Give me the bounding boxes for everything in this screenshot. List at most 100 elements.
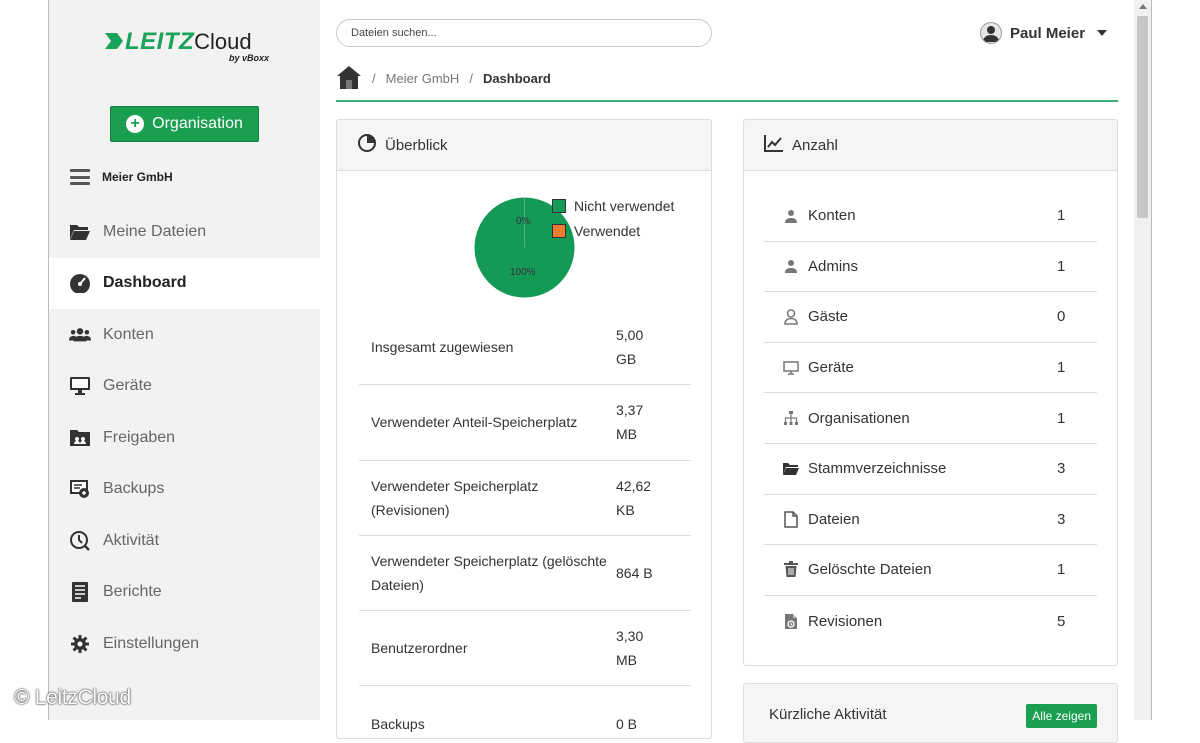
sidebar-item-berichte[interactable]: Berichte [49, 567, 320, 619]
row-value: 5 [1057, 612, 1066, 630]
monitor-icon [69, 375, 91, 397]
org-switcher[interactable]: Meier GmbH [70, 166, 173, 188]
table-row: Verwendeter Speicherplatz (Revisionen) 4… [359, 461, 691, 536]
header-divider [336, 100, 1118, 102]
line-chart-icon [764, 134, 784, 156]
recent-activity-card: Kürzliche Aktivität Alle zeigen [743, 683, 1118, 743]
table-row: Konten 1 [764, 191, 1097, 242]
sidebar-item-label: Freigaben [103, 428, 176, 446]
home-icon[interactable] [336, 64, 362, 93]
leitz-mark-icon [105, 33, 123, 49]
table-row: Gäste 0 [764, 292, 1097, 343]
org-name: Meier GmbH [102, 170, 173, 184]
row-label: Verwendeter Anteil-Speicherplatz [371, 414, 578, 431]
tachometer-icon [69, 272, 91, 294]
overview-header: Überblick [337, 120, 711, 171]
row-label: Admins [808, 257, 859, 275]
table-row: Organisationen 1 [764, 393, 1097, 444]
sidebar-item-freigaben[interactable]: Freigaben [49, 412, 320, 464]
row-value: 1 [1057, 257, 1066, 275]
row-label: Organisationen [808, 409, 910, 427]
table-row: Verwendeter Speicherplatz (gelöschte Dat… [359, 536, 691, 612]
row-value: 3 [1057, 460, 1066, 478]
activity-icon [69, 530, 91, 552]
share-icon [69, 427, 91, 449]
sitemap-icon [780, 410, 802, 426]
row-value: 1 [1057, 359, 1066, 377]
count-header: Anzahl [744, 120, 1117, 171]
file-icon [780, 511, 802, 528]
row-value: 1 [1057, 409, 1066, 427]
row-label: Verwendeter Speicherplatz (Revisionen) [371, 477, 539, 518]
breadcrumb-separator: / [372, 71, 376, 86]
sidebar-item-backups[interactable]: Backups [49, 464, 320, 516]
sidebar-item-meine-dateien[interactable]: Meine Dateien [49, 206, 320, 258]
row-label: Revisionen [808, 612, 883, 630]
file-revision-icon [780, 613, 802, 630]
sidebar-item-dashboard[interactable]: Dashboard [49, 257, 320, 309]
recent-activity-header: Kürzliche Aktivität Alle zeigen [744, 684, 1117, 742]
row-label: Verwendeter Speicherplatz (gelöschte Dat… [371, 553, 607, 594]
logo-product: Cloud [194, 29, 252, 54]
table-row: Insgesamt zugewiesen 5,00 GB [359, 310, 691, 386]
count-table: Konten 1 Admins 1 Gäste 0 Geräte 1 Organ… [764, 191, 1097, 646]
report-icon [69, 581, 91, 603]
breadcrumb-org[interactable]: Meier GmbH [386, 71, 460, 86]
org-button-label: Organisation [152, 115, 243, 132]
row-value: 864 B [616, 565, 653, 582]
users-icon [69, 324, 91, 346]
search-input[interactable] [336, 19, 712, 47]
table-row: Admins 1 [764, 242, 1097, 293]
user-icon [780, 259, 802, 274]
table-row: Dateien 3 [764, 495, 1097, 546]
user-menu[interactable]: Paul Meier [980, 22, 1108, 44]
folder-open-icon [69, 221, 91, 243]
sidebar-item-label: Dashboard [103, 274, 187, 292]
menu-icon[interactable] [70, 169, 90, 185]
scroll-up-arrow-icon[interactable] [1139, 4, 1147, 9]
row-value: 5,00 GB [616, 327, 644, 368]
row-value: 0 [1057, 308, 1066, 326]
scrollbar-thumb[interactable] [1137, 16, 1148, 218]
sidebar-item-konten[interactable]: Konten [49, 309, 320, 361]
row-label: Benutzerordner [371, 640, 468, 657]
row-value: 3,37 MB [616, 402, 644, 443]
row-label: Gelöschte Dateien [808, 561, 932, 579]
pie-label-unused: 100% [510, 267, 536, 278]
user-name: Paul Meier [1010, 24, 1086, 42]
sidebar-item-geraete[interactable]: Geräte [49, 361, 320, 413]
legend-item-used[interactable]: Verwendet [552, 218, 674, 243]
avatar [980, 22, 1002, 44]
sidebar-item-einstellungen[interactable]: Einstellungen [49, 618, 320, 670]
count-title: Anzahl [792, 136, 838, 154]
show-all-button[interactable]: Alle zeigen [1026, 704, 1097, 728]
sidebar-item-label: Backups [103, 480, 165, 498]
row-value: 3 [1057, 510, 1066, 528]
add-organisation-button[interactable]: + Organisation [110, 106, 259, 142]
user-icon [780, 209, 802, 223]
monitor-icon [780, 360, 802, 375]
sidebar-item-label: Aktivität [103, 531, 160, 549]
legend-item-unused[interactable]: Nicht verwendet [552, 193, 674, 218]
pie-legend: Nicht verwendet Verwendet [552, 193, 674, 243]
table-row: Backups 0 B [359, 686, 691, 738]
row-value: 42,62 KB [616, 477, 652, 518]
leitz-cloud-logo[interactable]: LEITZCloud by vBoxx [103, 28, 273, 68]
pie-label-used: 0% [516, 216, 531, 227]
row-label: Gäste [808, 308, 849, 326]
plus-circle-icon: + [126, 115, 145, 133]
legend-label: Verwendet [574, 222, 641, 239]
backup-icon [69, 478, 91, 500]
table-row: Stammverzeichnisse 3 [764, 444, 1097, 495]
sidebar-item-label: Konten [103, 325, 154, 343]
chevron-down-icon [1097, 30, 1108, 36]
row-value: 1 [1057, 207, 1066, 225]
row-label: Stammverzeichnisse [808, 460, 947, 478]
storage-table: Insgesamt zugewiesen 5,00 GB Verwendeter… [359, 310, 691, 738]
watermark: © LeitzCloud [14, 686, 131, 709]
table-row: Revisionen 5 [764, 596, 1097, 647]
row-label: Dateien [808, 510, 860, 528]
sidebar-item-aktivitaet[interactable]: Aktivität [49, 515, 320, 567]
legend-swatch-used [552, 223, 566, 238]
sidebar-item-label: Berichte [103, 583, 162, 601]
